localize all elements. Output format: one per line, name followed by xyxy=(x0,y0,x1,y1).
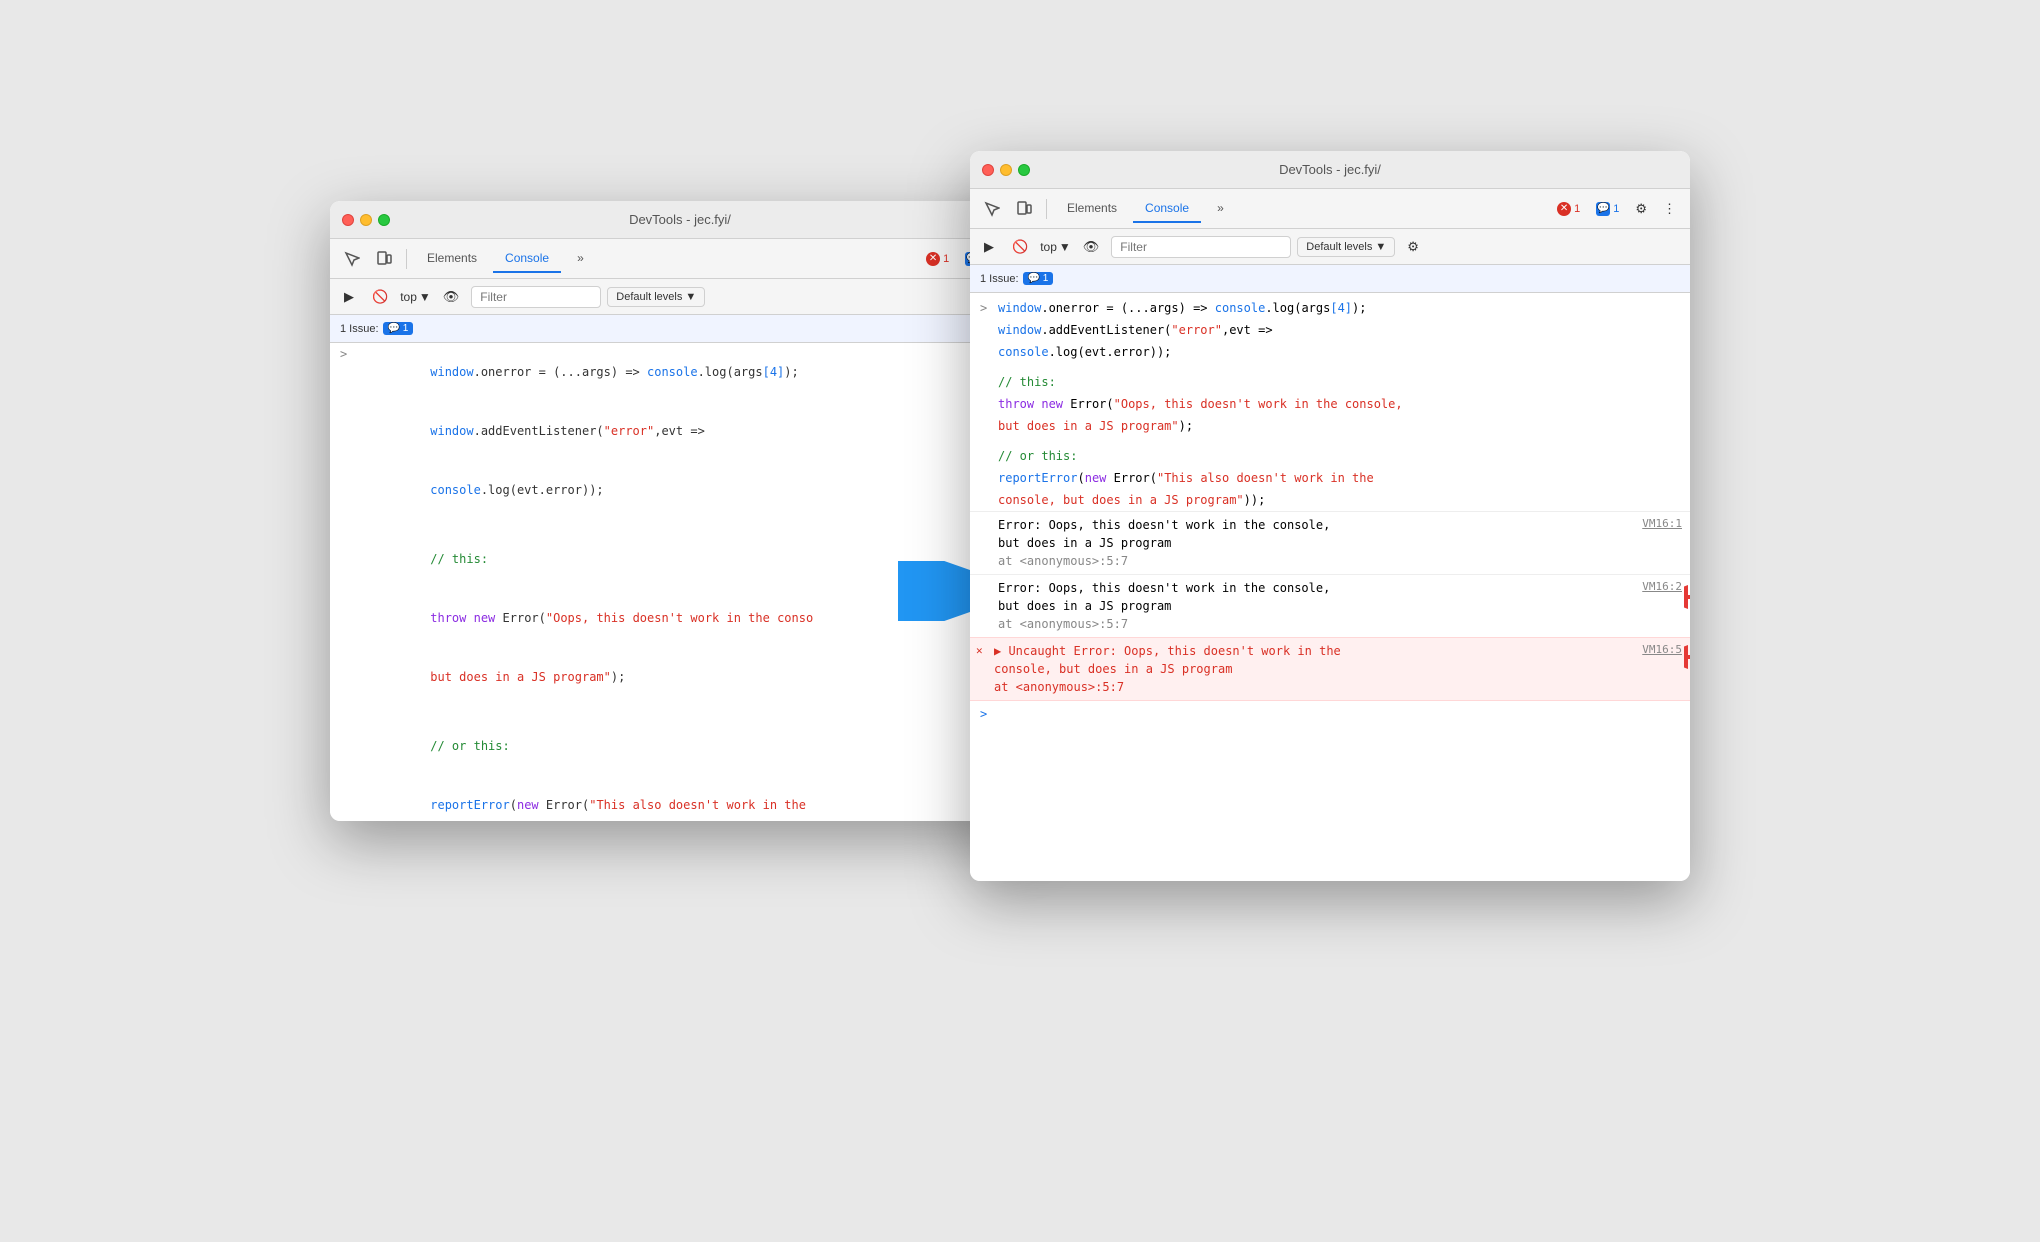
devtools-window-foreground: DevTools - jec.fyi/ Elements Console » ✕… xyxy=(970,151,1690,881)
settings-icon-fg[interactable]: ⚙ xyxy=(1629,197,1653,221)
fullscreen-button[interactable] xyxy=(378,214,390,226)
fg-blank-1 xyxy=(970,363,1690,371)
fg-blank-2 xyxy=(970,437,1690,445)
fg-report-1: reportError(new Error("This also doesn't… xyxy=(970,467,1690,489)
red-arrow-2 xyxy=(1684,641,1690,677)
vm16-5-link[interactable]: VM16:5 xyxy=(1642,642,1682,659)
traffic-lights-fg xyxy=(982,164,1030,176)
vm16-2-link[interactable]: VM16:2 xyxy=(1642,579,1682,596)
titlebar-bg: DevTools - jec.fyi/ xyxy=(330,201,1030,239)
console-line-1: window.onerror = (...args) => console.lo… xyxy=(330,343,1030,402)
info-badge-fg: 💬 1 xyxy=(1590,200,1625,218)
issue-count-badge-fg: 💬 1 xyxy=(1023,272,1054,285)
fg-error-log-1: Error: Oops, this doesn't work in the co… xyxy=(970,511,1690,574)
inspect-icon[interactable] xyxy=(338,247,366,271)
error-badge-fg: ✕ 1 xyxy=(1551,200,1586,218)
issue-bar-fg: 1 Issue: 💬 1 xyxy=(970,265,1690,293)
fg-code-3: console.log(evt.error)); xyxy=(970,341,1690,363)
fg-prompt-1: > window.onerror = (...args) => console.… xyxy=(970,297,1690,319)
fg-throw-2: but does in a JS program"); xyxy=(970,415,1690,437)
issue-bar-bg: 1 Issue: 💬 1 xyxy=(330,315,1030,343)
window-title-fg: DevTools - jec.fyi/ xyxy=(1279,162,1381,177)
console-report-1: reportError(new Error("This also doesn't… xyxy=(330,776,1030,821)
console-blank-2 xyxy=(330,707,1030,717)
device-icon-fg[interactable] xyxy=(1010,197,1038,221)
fg-throw-1: throw new Error("Oops, this doesn't work… xyxy=(970,393,1690,415)
vm16-1-link[interactable]: VM16:1 xyxy=(1642,516,1682,533)
stop-icon-fg[interactable]: 🚫 xyxy=(1006,235,1034,259)
filter-input-bg[interactable] xyxy=(471,286,601,308)
console-toolbar-bg: ▶ 🚫 top ▼ 👁 Default levels ▼ xyxy=(330,279,1030,315)
fg-empty-prompt[interactable]: > xyxy=(970,701,1690,709)
tab-toolbar-fg: Elements Console » ✕ 1 💬 1 ⚙ ⋮ xyxy=(970,189,1690,229)
minimize-button[interactable] xyxy=(360,214,372,226)
tab-console-bg[interactable]: Console xyxy=(493,245,561,273)
top-selector-bg[interactable]: top ▼ xyxy=(400,290,431,304)
tab-more-bg[interactable]: » xyxy=(565,245,596,273)
fg-report-2: console, but does in a JS program")); xyxy=(970,489,1690,511)
default-levels-fg[interactable]: Default levels ▼ xyxy=(1297,237,1395,257)
device-icon[interactable] xyxy=(370,247,398,271)
console-line-3: console.log(evt.error)); xyxy=(330,461,1030,520)
tab-more-fg[interactable]: » xyxy=(1205,195,1236,223)
console-toolbar-fg: ▶ 🚫 top ▼ 👁 Default levels ▼ ⚙ xyxy=(970,229,1690,265)
console-line-2: window.addEventListener("error",evt => xyxy=(330,402,1030,461)
close-button-fg[interactable] xyxy=(982,164,994,176)
fg-comment-2: // or this: xyxy=(970,445,1690,467)
default-levels-bg[interactable]: Default levels ▼ xyxy=(607,287,705,307)
tab-toolbar-bg: Elements Console » ✕ 1 💬 1 ⚙ xyxy=(330,239,1030,279)
play-icon-fg[interactable]: ▶ xyxy=(978,235,1000,259)
separator-fg xyxy=(1046,199,1047,219)
tab-elements-bg[interactable]: Elements xyxy=(415,245,489,273)
settings-console-icon-fg[interactable]: ⚙ xyxy=(1401,235,1425,259)
eye-icon-fg[interactable]: 👁 xyxy=(1077,235,1106,259)
more-icon-fg[interactable]: ⋮ xyxy=(1657,197,1682,221)
window-title-bg: DevTools - jec.fyi/ xyxy=(629,212,731,227)
console-comment-2: // or this: xyxy=(330,717,1030,776)
issue-count-badge-bg: 💬 1 xyxy=(383,322,414,335)
fg-uncaught-error: ✕ ▶ Uncaught Error: Oops, this doesn't w… xyxy=(970,637,1690,701)
top-selector-fg[interactable]: top ▼ xyxy=(1040,240,1071,254)
error-badge-bg: ✕ 1 xyxy=(920,250,955,268)
fg-comment-1: // this: xyxy=(970,371,1690,393)
fullscreen-button-fg[interactable] xyxy=(1018,164,1030,176)
fg-error-log-2: Error: Oops, this doesn't work in the co… xyxy=(970,574,1690,637)
minimize-button-fg[interactable] xyxy=(1000,164,1012,176)
separator xyxy=(406,249,407,269)
titlebar-fg: DevTools - jec.fyi/ xyxy=(970,151,1690,189)
traffic-lights-bg xyxy=(342,214,390,226)
devtools-window-background: DevTools - jec.fyi/ Elements Console » ✕… xyxy=(330,201,1030,821)
inspect-icon-fg[interactable] xyxy=(978,197,1006,221)
tab-console-fg[interactable]: Console xyxy=(1133,195,1201,223)
filter-input-fg[interactable] xyxy=(1111,236,1291,258)
eye-icon-bg[interactable]: 👁 xyxy=(437,285,466,309)
console-blank-1 xyxy=(330,520,1030,530)
play-icon-bg[interactable]: ▶ xyxy=(338,285,360,309)
fg-code-2: window.addEventListener("error",evt => xyxy=(970,319,1690,341)
console-throw-2: but does in a JS program"); xyxy=(330,648,1030,707)
stop-icon-bg[interactable]: 🚫 xyxy=(366,285,394,309)
tab-elements-fg[interactable]: Elements xyxy=(1055,195,1129,223)
red-arrow-1 xyxy=(1684,581,1690,617)
close-button[interactable] xyxy=(342,214,354,226)
console-content-fg: > window.onerror = (...args) => console.… xyxy=(970,293,1690,881)
